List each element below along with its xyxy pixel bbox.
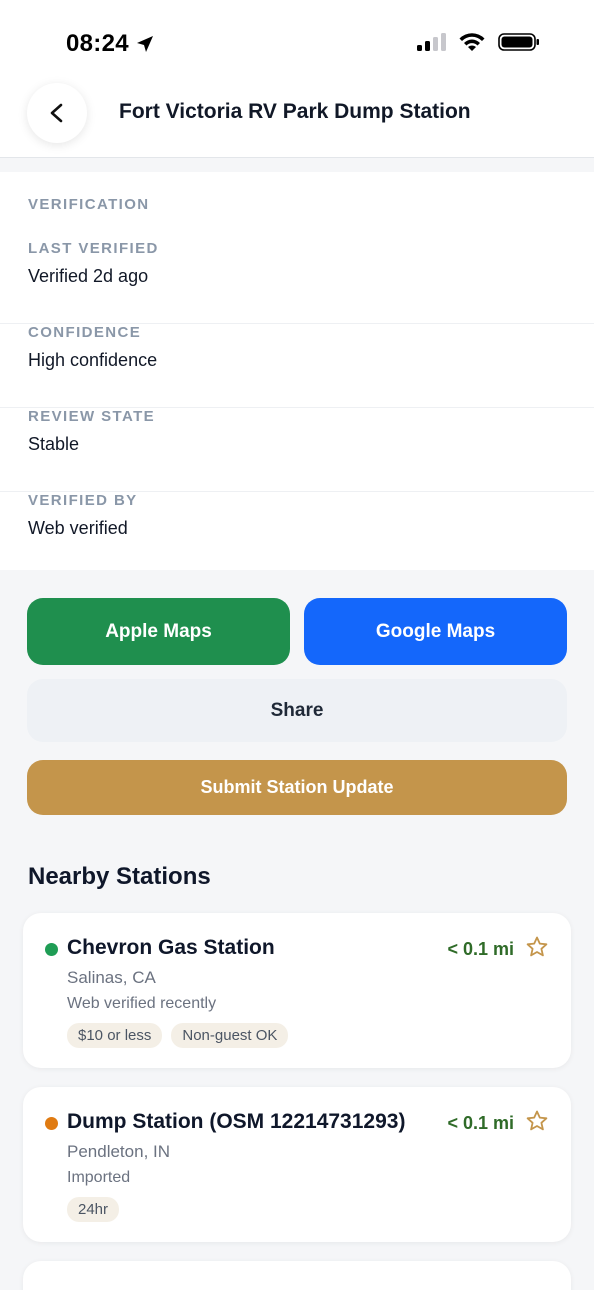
station-card[interactable]: Chevron Gas Station < 0.1 mi Salinas, CA… [23, 913, 571, 1068]
cellular-signal-icon [417, 33, 446, 51]
station-name: Chevron Gas Station [67, 936, 275, 959]
row-value: Stable [28, 434, 80, 454]
station-location: Pendleton, IN [67, 1142, 171, 1161]
location-arrow-icon [136, 36, 153, 52]
tag: $10 or less [67, 1023, 163, 1048]
row-value: High confidence [28, 350, 158, 370]
status-dot [45, 943, 58, 956]
verification-row-last-verified: LAST VERIFIED Verified 2d ago [0, 240, 594, 324]
verification-row-review-state: REVIEW STATE Stable [0, 408, 594, 492]
row-value: Verified 2d ago [28, 266, 149, 286]
page-title: Fort Victoria RV Park Dump Station [119, 100, 471, 123]
share-button[interactable]: Share [27, 679, 567, 742]
clock-text: 08:24 [66, 30, 129, 57]
chevron-left-icon [50, 103, 63, 123]
verification-row-confidence: CONFIDENCE High confidence [0, 324, 594, 408]
row-label: CONFIDENCE [28, 324, 142, 341]
battery-icon [498, 33, 539, 51]
star-icon[interactable] [525, 1109, 549, 1133]
station-status: Web verified recently [67, 995, 217, 1012]
row-label: REVIEW STATE [28, 408, 156, 425]
tag: Non-guest OK [171, 1023, 289, 1048]
station-card-partial[interactable] [23, 1261, 571, 1290]
status-bar-time: 08:24 [66, 30, 155, 58]
tag: 24hr [67, 1197, 120, 1222]
status-dot [45, 1117, 58, 1130]
back-button[interactable] [27, 83, 87, 143]
top-bar: 08:24 Fort Victoria RV Park Dump Station [0, 0, 594, 158]
row-label: LAST VERIFIED [28, 240, 159, 257]
nearby-stations-heading: Nearby Stations [28, 863, 211, 890]
google-maps-button[interactable]: Google Maps [304, 598, 567, 665]
verification-section: VERIFICATION LAST VERIFIED Verified 2d a… [0, 172, 594, 570]
star-icon[interactable] [525, 935, 549, 959]
station-status: Imported [67, 1169, 131, 1186]
verification-section-label: VERIFICATION [28, 196, 150, 213]
status-icons [416, 32, 540, 52]
verification-row-verified-by: VERIFIED BY Web verified [0, 492, 594, 562]
station-tags: 24hr [67, 1197, 120, 1222]
apple-maps-button[interactable]: Apple Maps [27, 598, 290, 665]
station-tags: $10 or less Non-guest OK [67, 1023, 289, 1048]
row-value: Web verified [28, 518, 128, 538]
row-label: VERIFIED BY [28, 492, 138, 509]
submit-station-update-button[interactable]: Submit Station Update [27, 760, 567, 815]
station-distance: < 0.1 mi [447, 1113, 514, 1133]
station-name: Dump Station (OSM 12214731293) [67, 1110, 406, 1133]
station-distance: < 0.1 mi [447, 939, 514, 959]
station-location: Salinas, CA [67, 968, 156, 987]
wifi-icon [459, 33, 485, 51]
station-card[interactable]: Dump Station (OSM 12214731293) < 0.1 mi … [23, 1087, 571, 1242]
